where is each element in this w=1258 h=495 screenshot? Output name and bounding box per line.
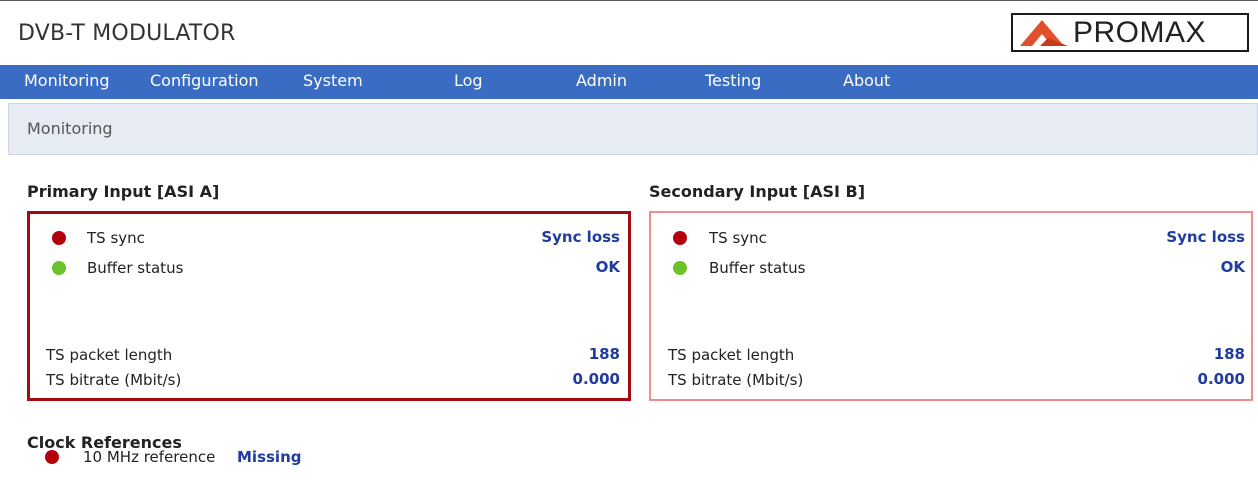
- nav-system[interactable]: System: [303, 65, 363, 99]
- secondary-ts-sync-status-icon: [673, 231, 687, 245]
- breadcrumb: Monitoring: [8, 103, 1258, 155]
- secondary-buffer-label: Buffer status: [709, 259, 806, 277]
- logo-text: PROMAX: [1073, 16, 1207, 49]
- promax-logo-icon: [1020, 20, 1068, 46]
- nav-testing[interactable]: Testing: [705, 65, 761, 99]
- secondary-packet-length-label: TS packet length: [668, 346, 795, 364]
- nav-log[interactable]: Log: [454, 65, 483, 99]
- secondary-buffer-status-icon: [673, 261, 687, 275]
- clock-10mhz-status-icon: [45, 450, 59, 464]
- promax-logo: PROMAX: [1011, 13, 1249, 52]
- primary-buffer-row: Buffer status OK: [30, 257, 628, 279]
- secondary-packet-length-value: 188: [1213, 345, 1245, 363]
- nav-configuration[interactable]: Configuration: [150, 65, 259, 99]
- secondary-bitrate-value: 0.000: [1197, 370, 1245, 388]
- primary-packet-length-label: TS packet length: [46, 346, 173, 364]
- secondary-buffer-row: Buffer status OK: [651, 257, 1251, 279]
- primary-ts-sync-label: TS sync: [87, 229, 145, 247]
- nav-admin[interactable]: Admin: [576, 65, 627, 99]
- main-navbar: Monitoring Configuration System Log Admi…: [0, 65, 1258, 99]
- primary-buffer-label: Buffer status: [87, 259, 184, 277]
- primary-packet-length-row: TS packet length 188: [30, 344, 628, 366]
- primary-ts-sync-value: Sync loss: [541, 228, 620, 246]
- primary-bitrate-value: 0.000: [572, 370, 620, 388]
- app-header: DVB-T MODULATOR PROMAX: [0, 1, 1258, 64]
- primary-buffer-status-icon: [52, 261, 66, 275]
- nav-monitoring[interactable]: Monitoring: [24, 65, 110, 99]
- clock-10mhz-row: 10 MHz reference Missing: [45, 448, 445, 470]
- app-title: DVB-T MODULATOR: [18, 21, 236, 46]
- secondary-ts-sync-row: TS sync Sync loss: [651, 227, 1251, 249]
- primary-packet-length-value: 188: [588, 345, 620, 363]
- secondary-bitrate-label: TS bitrate (Mbit/s): [668, 371, 804, 389]
- primary-ts-sync-status-icon: [52, 231, 66, 245]
- primary-ts-sync-row: TS sync Sync loss: [30, 227, 628, 249]
- secondary-ts-sync-label: TS sync: [709, 229, 767, 247]
- secondary-bitrate-row: TS bitrate (Mbit/s) 0.000: [651, 369, 1251, 391]
- nav-about[interactable]: About: [843, 65, 890, 99]
- secondary-input-panel: TS sync Sync loss Buffer status OK TS pa…: [649, 211, 1253, 401]
- primary-buffer-value: OK: [595, 258, 620, 276]
- secondary-input-title: Secondary Input [ASI B]: [649, 182, 866, 201]
- primary-input-panel: TS sync Sync loss Buffer status OK TS pa…: [27, 211, 631, 401]
- secondary-buffer-value: OK: [1220, 258, 1245, 276]
- primary-input-title: Primary Input [ASI A]: [27, 182, 220, 201]
- breadcrumb-current: Monitoring: [27, 119, 113, 138]
- primary-bitrate-row: TS bitrate (Mbit/s) 0.000: [30, 369, 628, 391]
- clock-10mhz-value: Missing: [237, 448, 302, 466]
- primary-bitrate-label: TS bitrate (Mbit/s): [46, 371, 182, 389]
- clock-10mhz-label: 10 MHz reference: [83, 448, 216, 466]
- secondary-ts-sync-value: Sync loss: [1166, 228, 1245, 246]
- secondary-packet-length-row: TS packet length 188: [651, 344, 1251, 366]
